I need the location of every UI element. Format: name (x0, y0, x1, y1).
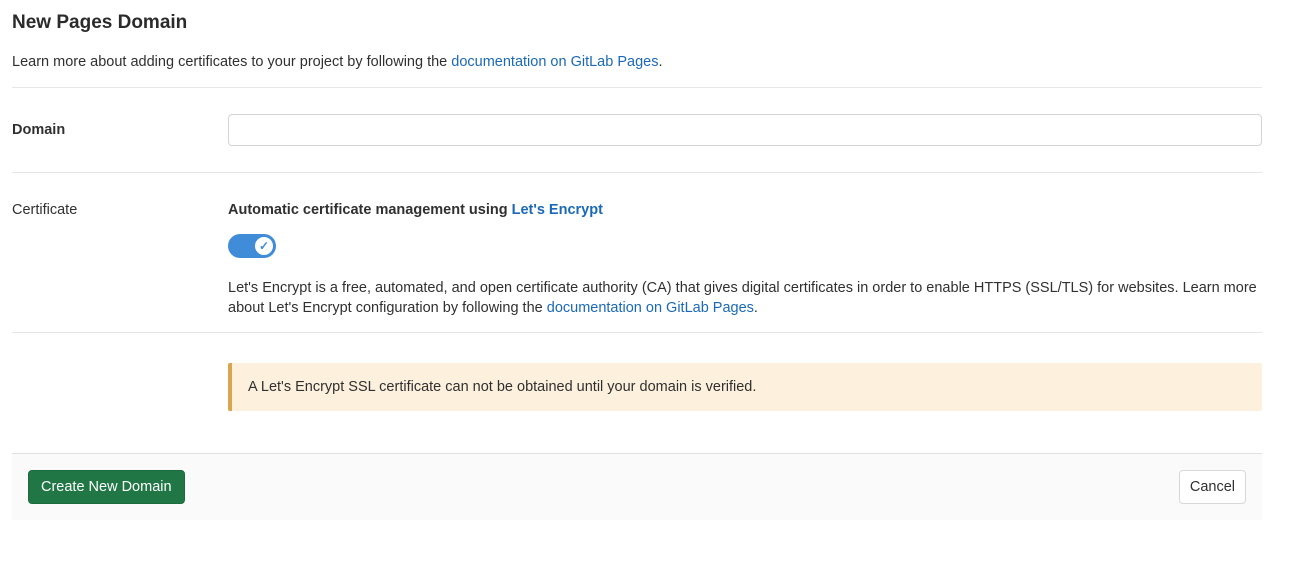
new-pages-domain-page: New Pages Domain Learn more about adding… (0, 0, 1290, 520)
domain-input[interactable] (228, 113, 1262, 146)
lets-encrypt-link[interactable]: Let's Encrypt (512, 202, 603, 218)
auto-certificate-title: Automatic certificate management using L… (228, 200, 1262, 220)
warning-alert: A Let's Encrypt SSL certificate can not … (228, 363, 1262, 411)
intro-text-after: . (658, 54, 663, 70)
lets-encrypt-description: Let's Encrypt is a free, automated, and … (228, 278, 1262, 318)
domain-form-row: Domain (12, 88, 1262, 172)
domain-label: Domain (12, 121, 66, 138)
pages-docs-link-2[interactable]: documentation on GitLab Pages (547, 300, 754, 316)
section-divider (12, 332, 1262, 333)
auto-certificate-toggle[interactable]: ✓ (228, 233, 276, 258)
cancel-button[interactable]: Cancel (1178, 470, 1246, 504)
pages-docs-link[interactable]: documentation on GitLab Pages (451, 54, 658, 70)
toggle-knob: ✓ (255, 236, 273, 255)
intro-text: Learn more about adding certificates to … (12, 52, 1262, 72)
auto-certificate-title-text: Automatic certificate management using (228, 201, 512, 218)
create-new-domain-button[interactable]: Create New Domain (28, 470, 185, 504)
certificate-label: Certificate (12, 201, 78, 218)
form-actions-footer: Create New Domain Cancel (12, 453, 1262, 520)
intro-text-before: Learn more about adding certificates to … (12, 54, 452, 70)
description-text-after: . (753, 299, 758, 316)
certificate-field-col: Automatic certificate management using L… (228, 200, 1262, 333)
certificate-form-row: Certificate Automatic certificate manage… (12, 173, 1262, 333)
page-title: New Pages Domain (12, 12, 188, 33)
check-icon: ✓ (258, 238, 270, 253)
domain-field-col (228, 113, 1262, 146)
warning-alert-text: A Let's Encrypt SSL certificate can not … (248, 379, 757, 395)
